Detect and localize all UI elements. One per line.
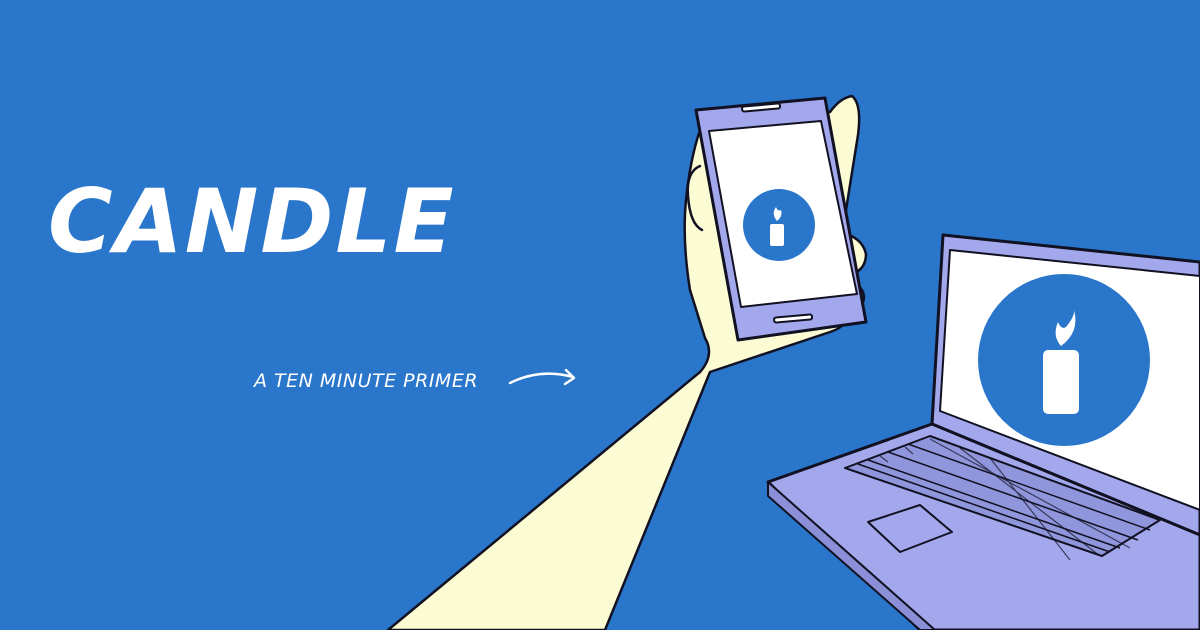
banner-title: CANDLE xyxy=(48,170,456,273)
banner-subtitle: A TEN MINUTE PRIMER xyxy=(254,370,479,392)
primer-banner: CANDLE A TEN MINUTE PRIMER xyxy=(0,0,1200,630)
illustration xyxy=(0,0,1200,630)
candle-icon xyxy=(743,189,815,261)
candle-icon xyxy=(978,274,1150,446)
